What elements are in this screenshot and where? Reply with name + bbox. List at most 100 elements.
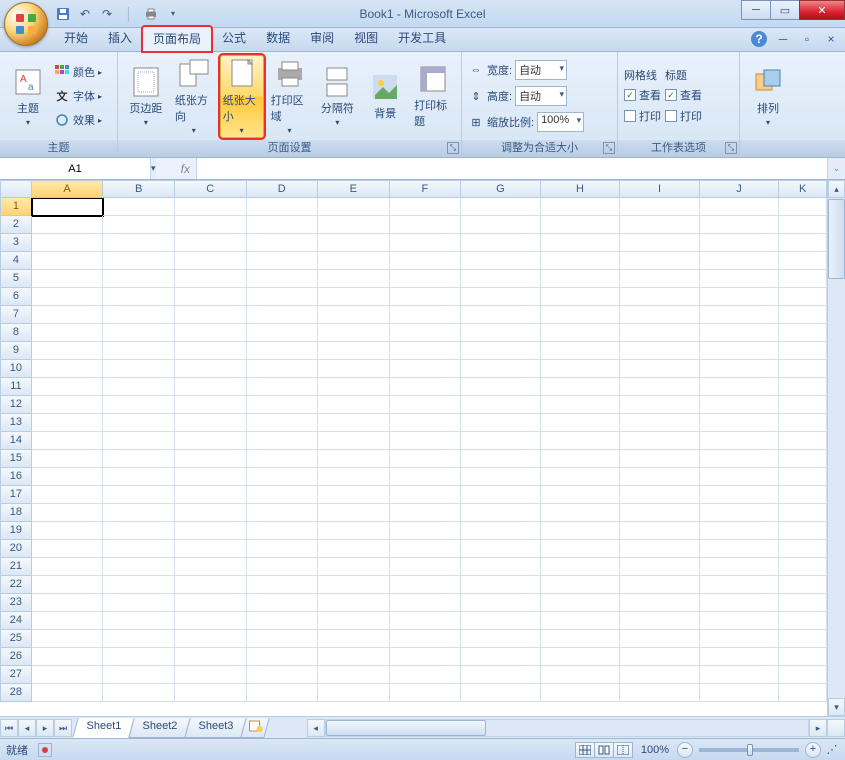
cell-B14[interactable] xyxy=(103,432,175,450)
headings-view-check[interactable]: ✓查看 xyxy=(665,86,702,104)
cell-I17[interactable] xyxy=(620,486,700,504)
cell-A1[interactable] xyxy=(32,198,104,216)
cell-I6[interactable] xyxy=(620,288,700,306)
col-header-E[interactable]: E xyxy=(318,180,390,198)
row-header-2[interactable]: 2 xyxy=(0,216,32,234)
cell-A8[interactable] xyxy=(32,324,104,342)
cell-A2[interactable] xyxy=(32,216,104,234)
cell-E19[interactable] xyxy=(318,522,390,540)
cell-G10[interactable] xyxy=(461,360,541,378)
cell-A9[interactable] xyxy=(32,342,104,360)
cell-A6[interactable] xyxy=(32,288,104,306)
col-header-D[interactable]: D xyxy=(247,180,319,198)
cell-J9[interactable] xyxy=(700,342,780,360)
cell-I10[interactable] xyxy=(620,360,700,378)
cell-D27[interactable] xyxy=(247,666,319,684)
cell-G13[interactable] xyxy=(461,414,541,432)
cell-H26[interactable] xyxy=(541,648,621,666)
cell-A10[interactable] xyxy=(32,360,104,378)
cell-F23[interactable] xyxy=(390,594,462,612)
cell-A4[interactable] xyxy=(32,252,104,270)
theme-effects-button[interactable]: 效果▸ xyxy=(54,109,102,131)
save-icon[interactable] xyxy=(54,5,72,23)
cell-K12[interactable] xyxy=(779,396,827,414)
row-header-1[interactable]: 1 xyxy=(0,198,32,216)
cell-F11[interactable] xyxy=(390,378,462,396)
cell-K22[interactable] xyxy=(779,576,827,594)
cell-D28[interactable] xyxy=(247,684,319,702)
cell-B11[interactable] xyxy=(103,378,175,396)
cell-G2[interactable] xyxy=(461,216,541,234)
tab-2[interactable]: 页面布局 xyxy=(142,26,212,52)
cell-F1[interactable] xyxy=(390,198,462,216)
cell-A22[interactable] xyxy=(32,576,104,594)
cell-H28[interactable] xyxy=(541,684,621,702)
cell-F21[interactable] xyxy=(390,558,462,576)
cell-E26[interactable] xyxy=(318,648,390,666)
cell-E14[interactable] xyxy=(318,432,390,450)
cell-A11[interactable] xyxy=(32,378,104,396)
cell-E12[interactable] xyxy=(318,396,390,414)
cell-H6[interactable] xyxy=(541,288,621,306)
cell-G3[interactable] xyxy=(461,234,541,252)
formula-input[interactable] xyxy=(196,158,827,179)
cell-H2[interactable] xyxy=(541,216,621,234)
cell-G22[interactable] xyxy=(461,576,541,594)
cell-I18[interactable] xyxy=(620,504,700,522)
cell-I27[interactable] xyxy=(620,666,700,684)
cell-D21[interactable] xyxy=(247,558,319,576)
horizontal-scrollbar[interactable]: ◂ ▸ xyxy=(307,719,827,737)
cell-A27[interactable] xyxy=(32,666,104,684)
cell-F20[interactable] xyxy=(390,540,462,558)
cell-F26[interactable] xyxy=(390,648,462,666)
mdi-minimize-icon[interactable]: ─ xyxy=(775,31,791,47)
cell-A20[interactable] xyxy=(32,540,104,558)
cell-J4[interactable] xyxy=(700,252,780,270)
cell-H9[interactable] xyxy=(541,342,621,360)
cell-E28[interactable] xyxy=(318,684,390,702)
cell-I2[interactable] xyxy=(620,216,700,234)
cell-K8[interactable] xyxy=(779,324,827,342)
cell-A18[interactable] xyxy=(32,504,104,522)
cell-I24[interactable] xyxy=(620,612,700,630)
cell-D19[interactable] xyxy=(247,522,319,540)
cell-D18[interactable] xyxy=(247,504,319,522)
sheet-tab-Sheet2[interactable]: Sheet2 xyxy=(128,718,190,738)
cell-D7[interactable] xyxy=(247,306,319,324)
cell-A19[interactable] xyxy=(32,522,104,540)
cell-G16[interactable] xyxy=(461,468,541,486)
tab-3[interactable]: 公式 xyxy=(212,26,256,51)
cell-E20[interactable] xyxy=(318,540,390,558)
row-header-19[interactable]: 19 xyxy=(0,522,32,540)
cell-K25[interactable] xyxy=(779,630,827,648)
cell-J24[interactable] xyxy=(700,612,780,630)
cell-J17[interactable] xyxy=(700,486,780,504)
row-header-15[interactable]: 15 xyxy=(0,450,32,468)
mdi-restore-icon[interactable]: ▫ xyxy=(799,31,815,47)
cell-H1[interactable] xyxy=(541,198,621,216)
zoom-slider[interactable] xyxy=(699,748,799,752)
pagesetup-launcher[interactable]: ⤡ xyxy=(447,142,459,154)
cell-B16[interactable] xyxy=(103,468,175,486)
cell-B13[interactable] xyxy=(103,414,175,432)
close-button[interactable]: ✕ xyxy=(799,0,845,20)
cell-C21[interactable] xyxy=(175,558,247,576)
cell-D4[interactable] xyxy=(247,252,319,270)
maximize-button[interactable]: ▭ xyxy=(770,0,800,20)
cell-F25[interactable] xyxy=(390,630,462,648)
cell-G19[interactable] xyxy=(461,522,541,540)
cell-E9[interactable] xyxy=(318,342,390,360)
orientation-button[interactable]: 纸张方向▾ xyxy=(172,55,216,138)
resize-grip-icon[interactable]: ⋰ xyxy=(825,743,839,756)
cell-C16[interactable] xyxy=(175,468,247,486)
cell-J7[interactable] xyxy=(700,306,780,324)
cell-K13[interactable] xyxy=(779,414,827,432)
cell-C23[interactable] xyxy=(175,594,247,612)
height-combo[interactable]: 自动 xyxy=(515,86,567,106)
cell-C10[interactable] xyxy=(175,360,247,378)
cell-B7[interactable] xyxy=(103,306,175,324)
view-pagebreak-icon[interactable] xyxy=(613,742,633,758)
cell-D1[interactable] xyxy=(247,198,319,216)
cell-F3[interactable] xyxy=(390,234,462,252)
cell-A24[interactable] xyxy=(32,612,104,630)
